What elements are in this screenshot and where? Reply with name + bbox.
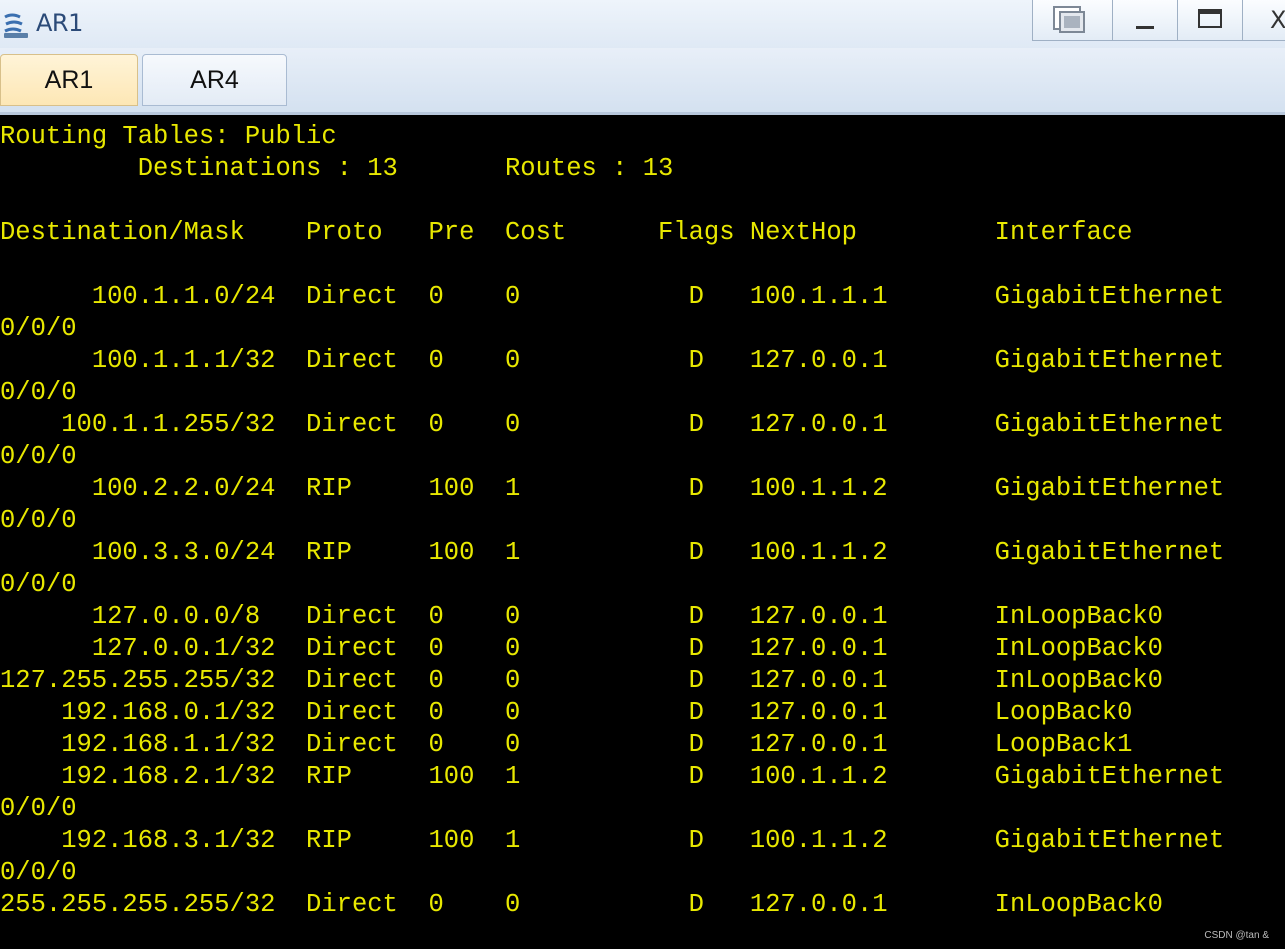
console-line: Destinations : 13 Routes : 13 bbox=[0, 154, 674, 183]
console-line: 127.255.255.255/32 Direct 0 0 D 127.0.0.… bbox=[0, 666, 1163, 695]
console-line: 100.1.1.0/24 Direct 0 0 D 100.1.1.1 Giga… bbox=[0, 282, 1225, 311]
console-line: Routing Tables: Public bbox=[0, 122, 337, 151]
maximize-button[interactable] bbox=[1178, 0, 1243, 40]
console-line: 0/0/0 bbox=[0, 794, 77, 823]
minimize-icon bbox=[1136, 26, 1154, 29]
window-controls: X bbox=[1032, 0, 1285, 41]
console-line: 100.1.1.255/32 Direct 0 0 D 127.0.0.1 Gi… bbox=[0, 410, 1225, 439]
console-line: 192.168.3.1/32 RIP 100 1 D 100.1.1.2 Gig… bbox=[0, 826, 1225, 855]
console-line: Destination/Mask Proto Pre Cost Flags Ne… bbox=[0, 218, 1133, 247]
console-line: 0/0/0 bbox=[0, 570, 77, 599]
tab-ar1[interactable]: AR1 bbox=[0, 54, 138, 106]
console-output[interactable]: Routing Tables: Public Destinations : 13… bbox=[0, 115, 1285, 949]
console-line: 127.0.0.0/8 Direct 0 0 D 127.0.0.1 InLoo… bbox=[0, 602, 1163, 631]
restore-icon bbox=[1053, 6, 1085, 33]
console-line: 192.168.1.1/32 Direct 0 0 D 127.0.0.1 Lo… bbox=[0, 730, 1133, 759]
console-line: 100.3.3.0/24 RIP 100 1 D 100.1.1.2 Gigab… bbox=[0, 538, 1225, 567]
console-line: 100.1.1.1/32 Direct 0 0 D 127.0.0.1 Giga… bbox=[0, 346, 1225, 375]
close-button[interactable]: X bbox=[1243, 0, 1285, 40]
console-line: 0/0/0 bbox=[0, 378, 77, 407]
console-line: 100.2.2.0/24 RIP 100 1 D 100.1.1.2 Gigab… bbox=[0, 474, 1225, 503]
router-icon bbox=[4, 13, 28, 38]
console-line: 0/0/0 bbox=[0, 858, 77, 887]
console-line: 127.0.0.1/32 Direct 0 0 D 127.0.0.1 InLo… bbox=[0, 634, 1163, 663]
tab-ar4[interactable]: AR4 bbox=[142, 54, 287, 106]
tab-bar: AR1 AR4 bbox=[0, 48, 1285, 115]
console-line: 192.168.2.1/32 RIP 100 1 D 100.1.1.2 Gig… bbox=[0, 762, 1225, 791]
console-line: 0/0/0 bbox=[0, 314, 77, 343]
console-line: 0/0/0 bbox=[0, 506, 77, 535]
minimize-button[interactable] bbox=[1113, 0, 1178, 40]
console-line: 192.168.0.1/32 Direct 0 0 D 127.0.0.1 Lo… bbox=[0, 698, 1133, 727]
restore-window-button[interactable] bbox=[1033, 0, 1113, 40]
console-line: 0/0/0 bbox=[0, 442, 77, 471]
maximize-icon bbox=[1198, 9, 1222, 28]
title-bar: AR1 X bbox=[0, 0, 1285, 49]
watermark: CSDN @tan & bbox=[1204, 930, 1269, 941]
close-icon: X bbox=[1270, 6, 1285, 34]
console-line: 255.255.255.255/32 Direct 0 0 D 127.0.0.… bbox=[0, 890, 1163, 919]
window-title: AR1 bbox=[36, 9, 83, 37]
